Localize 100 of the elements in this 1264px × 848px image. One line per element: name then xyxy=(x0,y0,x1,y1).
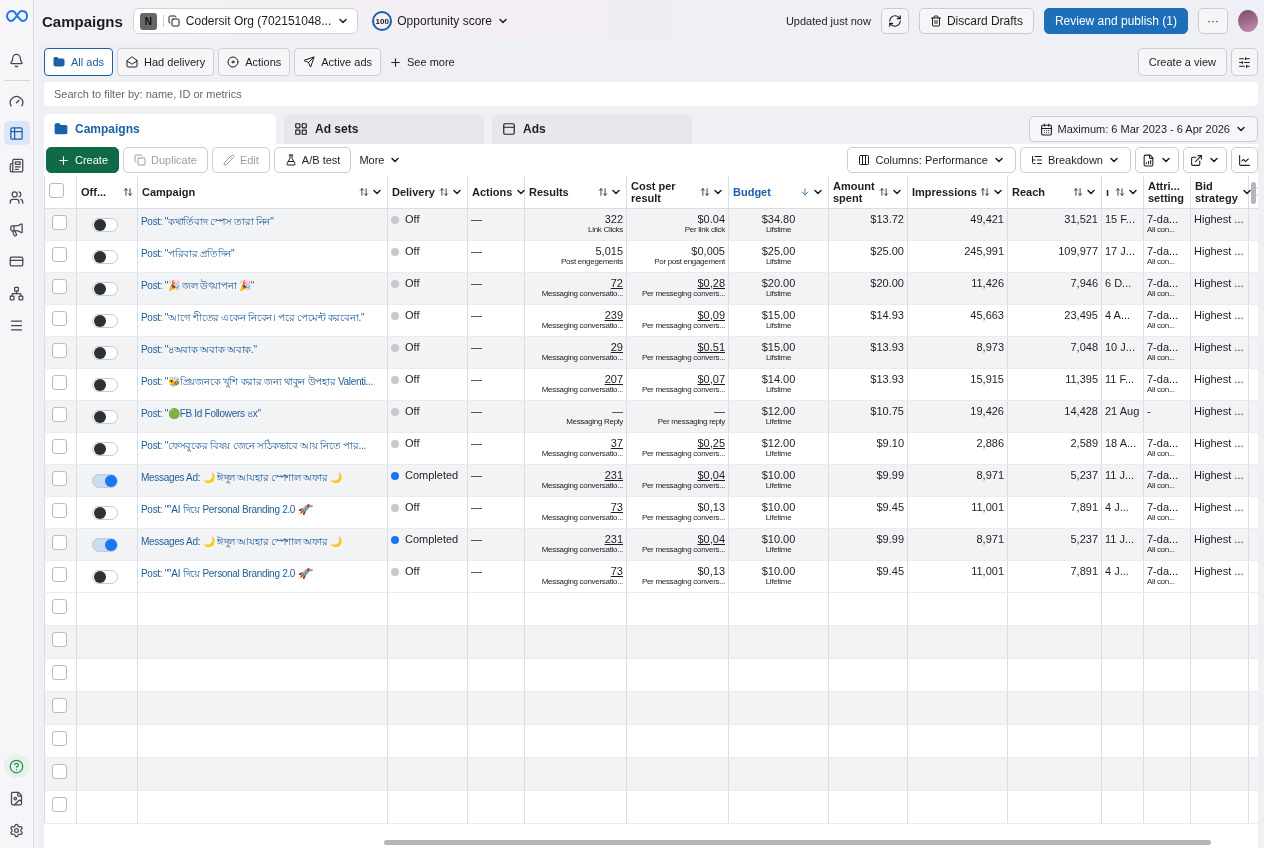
column-header[interactable]: Attri... setting xyxy=(1143,176,1191,208)
tab[interactable]: Campaigns xyxy=(44,114,276,144)
toggle-switch[interactable] xyxy=(92,377,118,392)
create-view-button[interactable]: Create a view xyxy=(1137,48,1227,76)
row-checkbox[interactable] xyxy=(52,664,67,680)
cell-caption: Per link click xyxy=(683,224,725,234)
row-checkbox[interactable] xyxy=(52,438,67,454)
toggle-switch[interactable] xyxy=(92,441,118,456)
tab[interactable]: Ad sets xyxy=(284,114,484,144)
cell-caption: Messaging conversatio... xyxy=(540,576,623,586)
column-header[interactable]: Campaign xyxy=(137,176,388,208)
row-checkbox[interactable] xyxy=(52,796,67,812)
toggle-switch[interactable] xyxy=(92,345,118,360)
toggle-switch[interactable] xyxy=(92,249,118,264)
row-checkbox[interactable] xyxy=(52,566,67,582)
filter-chip[interactable]: All ads xyxy=(44,48,114,76)
row-checkbox[interactable] xyxy=(52,406,67,422)
row-checkbox[interactable] xyxy=(52,374,67,390)
cell-value: - xyxy=(1147,404,1152,417)
date-range-button[interactable]: Maximum: 6 Mar 2023 - 6 Apr 2026 xyxy=(1028,116,1258,142)
cell-value: — xyxy=(471,468,483,481)
more-button[interactable]: ··· xyxy=(1198,8,1228,34)
column-header[interactable]: Amount spent xyxy=(828,176,908,208)
sort-icon xyxy=(879,186,889,197)
row-checkbox[interactable] xyxy=(52,534,67,550)
filter-chip[interactable]: Active ads xyxy=(294,48,381,76)
more-dropdown[interactable]: More xyxy=(355,154,406,166)
cell-caption: Per messaging convers... xyxy=(640,480,725,490)
chart-button[interactable] xyxy=(1231,147,1258,173)
delivery-status: Off xyxy=(405,564,420,577)
column-header[interactable]: Budget xyxy=(728,176,829,208)
toggle-switch[interactable] xyxy=(92,409,118,424)
cell-value: — xyxy=(471,340,483,353)
column-header[interactable]: Impressions xyxy=(907,176,1008,208)
row-checkbox[interactable] xyxy=(52,214,67,230)
publish-button[interactable]: Review and publish (1) xyxy=(1043,8,1188,34)
cell-value: 4 J... xyxy=(1105,564,1130,577)
breakdown-dropdown[interactable]: Breakdown xyxy=(1019,147,1131,173)
toggle-switch[interactable] xyxy=(92,313,118,328)
sort-icon xyxy=(439,186,449,197)
cell-value: $10.00 xyxy=(760,500,797,513)
see-more-button[interactable]: See more xyxy=(385,55,459,69)
disc-icon xyxy=(227,56,240,68)
cell-value: 72 xyxy=(609,276,623,289)
create-button[interactable]: Create xyxy=(46,147,120,173)
row-checkbox[interactable] xyxy=(52,278,67,294)
row-checkbox[interactable] xyxy=(52,763,67,779)
ab-test-button[interactable]: A/B test xyxy=(273,147,352,173)
discard-drafts-button[interactable]: Discard Drafts xyxy=(918,8,1034,34)
toggle-switch[interactable] xyxy=(92,537,118,552)
table-icon[interactable] xyxy=(3,121,30,145)
delivery-status: Off xyxy=(405,308,420,321)
scroll-thumb[interactable] xyxy=(1251,182,1256,204)
row-checkbox[interactable] xyxy=(52,631,67,647)
opportunity-score-button[interactable]: 100 Opportunity score xyxy=(368,11,513,31)
help-icon[interactable] xyxy=(3,754,30,778)
copy-icon xyxy=(134,154,147,166)
row-checkbox[interactable] xyxy=(52,697,67,713)
toggle-switch[interactable] xyxy=(92,281,118,296)
filter-chip[interactable]: Had delivery xyxy=(117,48,215,76)
row-checkbox[interactable] xyxy=(52,246,67,262)
delivery-status: Completed xyxy=(405,532,459,545)
filter-settings-button[interactable] xyxy=(1231,48,1258,76)
column-header[interactable]: Delivery xyxy=(387,176,468,208)
column-header[interactable]: Actions xyxy=(467,176,525,208)
refresh-button[interactable] xyxy=(880,8,909,34)
toggle-switch[interactable] xyxy=(92,569,118,584)
filter-chip[interactable]: Actions xyxy=(218,48,291,76)
row-checkbox[interactable] xyxy=(52,470,67,486)
cell-value: $0,07 xyxy=(696,372,725,385)
row-checkbox[interactable] xyxy=(52,310,67,326)
export-dropdown[interactable] xyxy=(1183,147,1227,173)
select-all-checkbox[interactable] xyxy=(49,183,64,199)
cell-value: Highest ... xyxy=(1194,244,1245,257)
cell-caption: All con... xyxy=(1147,480,1176,490)
search-field[interactable]: Search to filter by: name, ID or metrics xyxy=(44,82,1258,106)
cell-value: $20.00 xyxy=(869,276,904,289)
column-header[interactable]: Cost per result xyxy=(626,176,729,208)
column-header[interactable]: ı xyxy=(1101,176,1144,208)
row-checkbox[interactable] xyxy=(52,342,67,358)
tab[interactable]: Ads xyxy=(492,114,692,144)
reports-dropdown[interactable] xyxy=(1135,147,1179,173)
row-checkbox[interactable] xyxy=(52,730,67,746)
cell-value: — xyxy=(713,404,725,417)
avatar[interactable] xyxy=(1238,10,1258,32)
scroll-thumb[interactable] xyxy=(384,840,1211,845)
account-dropdown[interactable]: N Codersit Org (702151048... xyxy=(132,8,359,34)
toggle-switch[interactable] xyxy=(92,217,118,232)
column-header[interactable]: Results xyxy=(524,176,627,208)
column-header[interactable]: Reach xyxy=(1007,176,1102,208)
row-checkbox[interactable] xyxy=(52,502,67,518)
list-icon xyxy=(1030,154,1043,166)
row-checkbox[interactable] xyxy=(52,598,67,614)
cell-caption: Messaging conversatio... xyxy=(540,512,623,522)
toggle-switch[interactable] xyxy=(92,505,118,520)
column-header[interactable]: Bid strategy xyxy=(1190,176,1249,208)
update-status: Updated just now xyxy=(785,15,871,27)
column-header[interactable]: Off... xyxy=(76,176,138,208)
columns-dropdown[interactable]: Columns: Performance xyxy=(847,147,1016,173)
toggle-switch[interactable] xyxy=(92,473,118,488)
